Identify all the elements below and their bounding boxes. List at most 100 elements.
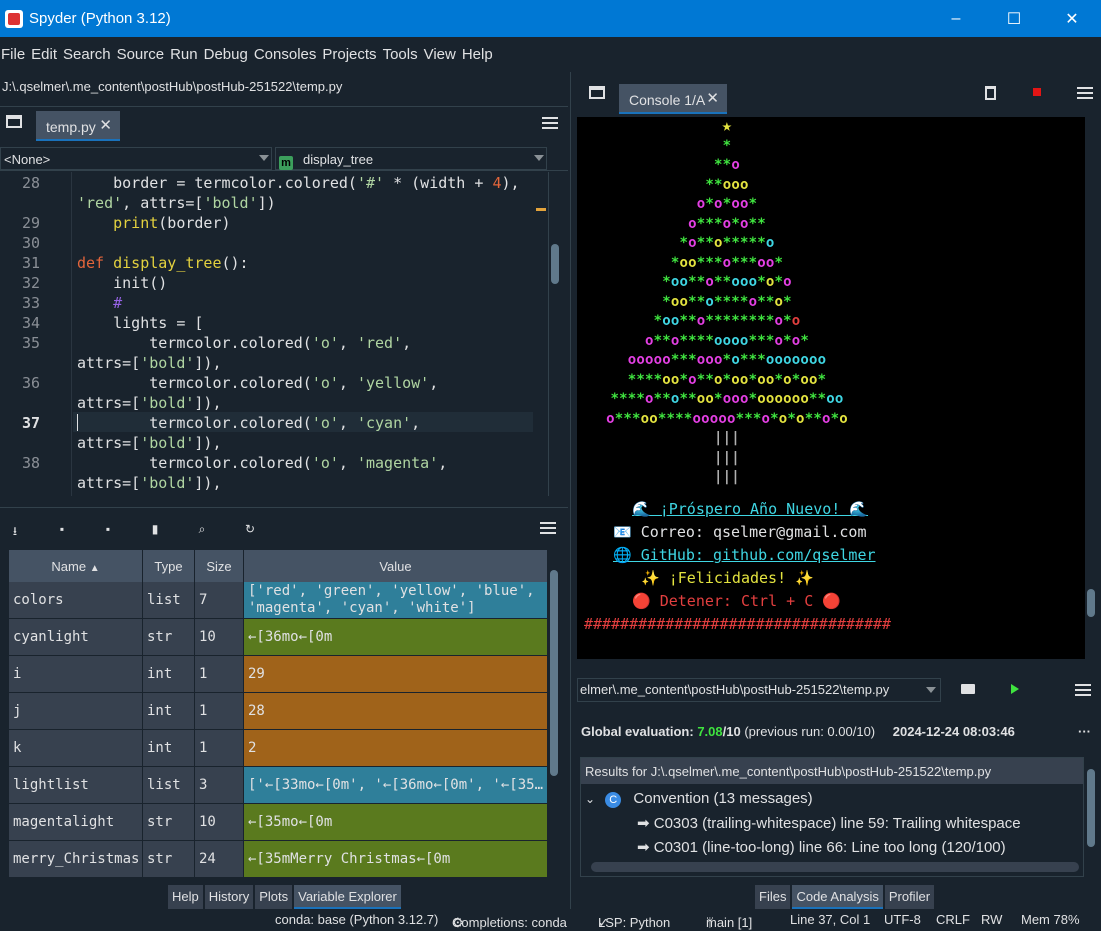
column-header-type[interactable]: Type [143, 550, 195, 582]
border-line: ################################## [584, 615, 892, 633]
variable-type: str [143, 841, 195, 877]
arrow-right-icon: ➡ [637, 839, 650, 856]
pane-splitter[interactable] [570, 72, 574, 909]
trash-icon[interactable]: ▮ [148, 522, 162, 536]
save-as-icon[interactable]: ▪ [101, 522, 115, 536]
line-number-current: 37 [21, 414, 40, 432]
line-number: 35 [21, 334, 40, 352]
editor-scrollbar[interactable] [548, 172, 560, 496]
tab-label: temp.py [46, 119, 96, 135]
status-position: Line 37, Col 1 [790, 912, 871, 927]
tab-code-analysis[interactable]: Code Analysis [792, 885, 883, 909]
status-permissions: RW [981, 912, 1003, 927]
results-scrollbar[interactable] [1085, 757, 1097, 857]
more-options-icon[interactable]: ··· [1078, 724, 1091, 739]
line-number-gutter: 28 29 30 31 32 33 34 35 36 37 38 [0, 172, 72, 496]
minimize-button[interactable]: – [927, 0, 985, 37]
class-selector[interactable]: <None> [0, 147, 272, 170]
table-row[interactable]: k int 1 2 [0, 730, 548, 767]
table-row[interactable]: magentalight str 10 ←[35mo←[0m [0, 804, 548, 841]
ipython-console[interactable]: ★ * **o **ooo o*o*oo* o***o*o** *o**o***… [577, 116, 1085, 659]
menu-tools[interactable]: Tools [383, 46, 418, 63]
stop-kernel-icon[interactable] [1033, 88, 1041, 96]
scrollbar-thumb[interactable] [550, 570, 558, 776]
table-row[interactable]: lightlist list 3 ['←[33mo←[0m', '←[36mo←[0m… [0, 767, 548, 804]
options-menu-icon[interactable] [1075, 684, 1091, 696]
variable-name: colors [9, 582, 143, 618]
variable-name: k [9, 730, 143, 766]
run-analysis-icon[interactable] [1011, 684, 1019, 694]
options-menu-icon[interactable] [540, 522, 556, 534]
console-tabbar: Console 1/A ✕ [577, 78, 1101, 116]
line-number: 31 [21, 254, 40, 272]
scrollbar-thumb[interactable] [1087, 589, 1095, 617]
search-icon[interactable]: ⌕ [195, 522, 209, 536]
trash-icon[interactable] [985, 86, 996, 100]
variable-type: str [143, 619, 195, 655]
scrollbar-thumb[interactable] [1087, 769, 1095, 847]
tab-history[interactable]: History [204, 885, 254, 909]
chevron-down-icon[interactable]: ⌄ [585, 792, 595, 806]
email-text: 📧 Correo: qselmer@gmail.com [613, 523, 867, 541]
menu-debug[interactable]: Debug [204, 46, 248, 63]
maximize-button[interactable]: ☐ [985, 0, 1043, 37]
results-header: Results for J:\.qselmer\.me_content\post… [581, 758, 1083, 784]
menu-file[interactable]: File [1, 46, 25, 63]
options-menu-icon[interactable] [542, 117, 558, 129]
undock-pane-icon[interactable] [6, 115, 22, 128]
analysis-timestamp: 2024-12-24 08:03:46 [892, 724, 1015, 739]
function-selector[interactable]: m display_tree [275, 147, 547, 170]
analysis-file-value: elmer\.me_content\postHub\postHub-251522… [580, 682, 890, 697]
class-selector-value: <None> [4, 152, 51, 167]
table-row[interactable]: merry_Christmas str 24 ←[35mMerry Christmas… [0, 841, 548, 878]
tab-temp-py[interactable]: temp.py ✕ [36, 111, 120, 141]
tab-variable-explorer[interactable]: Variable Explorer [294, 885, 401, 909]
horizontal-scrollbar[interactable] [591, 862, 1079, 872]
variable-value: 28 [244, 693, 548, 729]
table-scrollbar[interactable] [548, 550, 560, 879]
scrollbar-thumb[interactable] [551, 244, 559, 284]
close-button[interactable]: ✕ [1043, 0, 1101, 37]
convention-group[interactable]: ⌄ C Convention (13 messages) [585, 790, 813, 812]
analysis-message[interactable]: ➡ C0303 (trailing-whitespace) line 59: T… [637, 814, 1021, 832]
greeting-text: 🌊 ¡Próspero Año Nuevo! 🌊 [632, 500, 869, 518]
options-menu-icon[interactable] [1077, 87, 1093, 99]
menu-projects[interactable]: Projects [322, 46, 376, 63]
menu-run[interactable]: Run [170, 46, 198, 63]
table-row[interactable]: colors list 7 ['red', 'green', 'yellow', 'b… [0, 582, 548, 619]
menu-source[interactable]: Source [117, 46, 165, 63]
code-editor[interactable]: 28 29 30 31 32 33 34 35 36 37 38 border … [0, 172, 568, 496]
tab-plots[interactable]: Plots [255, 885, 293, 909]
save-data-icon[interactable]: ▪ [55, 522, 69, 536]
table-row[interactable]: i int 1 29 [0, 656, 548, 693]
column-header-name[interactable]: Name ▲ [9, 550, 143, 582]
folder-icon[interactable] [961, 684, 975, 694]
variable-size: 7 [195, 582, 244, 618]
refresh-icon[interactable]: ↻ [243, 522, 257, 536]
github-link[interactable]: 🌐 GitHub: github.com/qselmer [613, 546, 876, 564]
menu-edit[interactable]: Edit [31, 46, 57, 63]
table-row[interactable]: j int 1 28 [0, 693, 548, 730]
tab-console-1a[interactable]: Console 1/A ✕ [619, 84, 727, 114]
column-header-value[interactable]: Value [244, 550, 548, 582]
analysis-file-combo[interactable]: elmer\.me_content\postHub\postHub-251522… [577, 678, 941, 702]
console-scrollbar[interactable] [1085, 117, 1097, 659]
variable-size: 10 [195, 804, 244, 840]
column-header-size[interactable]: Size [195, 550, 244, 582]
tab-profiler[interactable]: Profiler [884, 885, 935, 909]
line-number: 36 [21, 374, 40, 392]
close-tab-icon[interactable]: ✕ [706, 89, 719, 107]
variable-name: cyanlight [9, 619, 143, 655]
tab-help[interactable]: Help [168, 885, 203, 909]
menu-consoles[interactable]: Consoles [254, 46, 317, 63]
undock-pane-icon[interactable] [589, 86, 605, 99]
menu-help[interactable]: Help [462, 46, 493, 63]
variable-size: 1 [195, 730, 244, 766]
table-row[interactable]: cyanlight str 10 ←[36mo←[0m [0, 619, 548, 656]
tab-files[interactable]: Files [755, 885, 791, 909]
analysis-message[interactable]: ➡ C0301 (line-too-long) line 66: Line to… [637, 838, 1006, 856]
menu-view[interactable]: View [424, 46, 456, 63]
import-data-icon[interactable]: ⭳ [8, 522, 22, 538]
close-tab-icon[interactable]: ✕ [99, 116, 112, 134]
menu-search[interactable]: Search [63, 46, 111, 63]
